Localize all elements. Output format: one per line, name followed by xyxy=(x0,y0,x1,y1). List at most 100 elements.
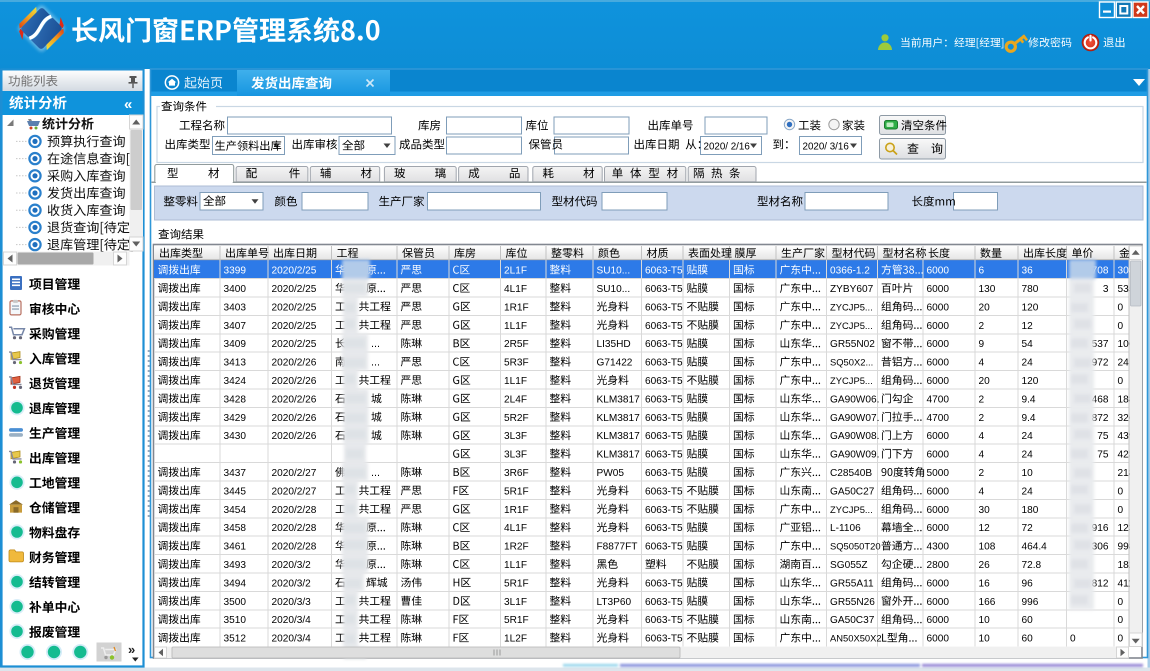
svg-text:9: 9 xyxy=(979,339,985,350)
svg-text:0: 0 xyxy=(1070,634,1076,645)
svg-text:6063-T5: 6063-T5 xyxy=(645,376,683,387)
svg-text:GR55N02: GR55N02 xyxy=(830,339,875,350)
svg-text:6063-T5: 6063-T5 xyxy=(645,284,683,295)
svg-text:2L1F: 2L1F xyxy=(504,266,527,277)
svg-text:3461: 3461 xyxy=(224,542,247,553)
svg-text:6000: 6000 xyxy=(927,615,950,626)
svg-text:6063-T5: 6063-T5 xyxy=(645,468,683,479)
svg-text:G71422: G71422 xyxy=(597,358,633,369)
svg-text:2: 2 xyxy=(979,394,985,405)
svg-text:72.8: 72.8 xyxy=(1022,560,1042,571)
svg-text:5000: 5000 xyxy=(927,468,950,479)
svg-text:0: 0 xyxy=(1118,321,1124,332)
svg-text:6000: 6000 xyxy=(927,284,950,295)
svg-text:2020/2/26: 2020/2/26 xyxy=(272,358,317,369)
svg-text:780: 780 xyxy=(1022,284,1039,295)
svg-text:4700: 4700 xyxy=(927,413,950,424)
svg-text:SU10...: SU10... xyxy=(597,284,631,295)
svg-text:5R2F: 5R2F xyxy=(504,413,529,424)
svg-text:2020/2/27: 2020/2/27 xyxy=(272,486,317,497)
svg-text:2: 2 xyxy=(979,413,985,424)
svg-text:2L4F: 2L4F xyxy=(504,394,527,405)
svg-text:12: 12 xyxy=(1022,321,1034,332)
svg-text:GA50C37: GA50C37 xyxy=(830,615,875,626)
svg-text:GR55N26: GR55N26 xyxy=(830,597,875,608)
svg-text:2020/3/2: 2020/3/2 xyxy=(272,560,312,571)
svg-text:6000: 6000 xyxy=(927,634,950,645)
svg-text:«: « xyxy=(124,96,132,113)
svg-text:2020/ 2/16: 2020/ 2/16 xyxy=(704,142,751,153)
svg-text:5R1F: 5R1F xyxy=(504,615,529,626)
svg-text:1R1F: 1R1F xyxy=(504,302,529,313)
svg-text:180: 180 xyxy=(1022,505,1039,516)
svg-text:6000: 6000 xyxy=(927,358,950,369)
svg-text:9.4: 9.4 xyxy=(1022,394,1036,405)
svg-text:6000: 6000 xyxy=(927,578,950,589)
svg-text:AN50X50X2: AN50X50X2 xyxy=(830,633,882,644)
svg-text:306: 306 xyxy=(1092,542,1109,553)
svg-text:4: 4 xyxy=(979,450,985,461)
svg-text:120: 120 xyxy=(1022,302,1039,313)
svg-text:4300: 4300 xyxy=(927,542,950,553)
svg-text:24: 24 xyxy=(1022,431,1034,442)
svg-text:3428: 3428 xyxy=(224,394,247,405)
svg-text:3512: 3512 xyxy=(224,634,247,645)
svg-text:...: ... xyxy=(371,467,380,479)
svg-text:2020/2/25: 2020/2/25 xyxy=(272,302,317,313)
svg-text:6000: 6000 xyxy=(927,376,950,387)
svg-text:KLM3817: KLM3817 xyxy=(597,413,641,424)
svg-text:...: ... xyxy=(371,357,380,369)
svg-text:5R1F: 5R1F xyxy=(504,578,529,589)
svg-text:6000: 6000 xyxy=(927,523,950,534)
svg-text:6063-T5: 6063-T5 xyxy=(645,413,683,424)
svg-text:ZYBY607: ZYBY607 xyxy=(830,284,874,295)
svg-text:3: 3 xyxy=(1103,284,1109,295)
svg-text:3445: 3445 xyxy=(224,486,247,497)
svg-text:GA90W09.: GA90W09. xyxy=(830,450,879,461)
svg-text:1L2F: 1L2F xyxy=(504,634,527,645)
svg-text:2020/2/28: 2020/2/28 xyxy=(272,505,317,516)
svg-text:537: 537 xyxy=(1092,339,1109,350)
svg-text:2800: 2800 xyxy=(927,560,950,571)
svg-text:12: 12 xyxy=(979,523,991,534)
svg-text:6000: 6000 xyxy=(927,597,950,608)
svg-text:464.4: 464.4 xyxy=(1022,542,1048,553)
svg-text:GA90W06.: GA90W06. xyxy=(830,394,879,405)
svg-text:120: 120 xyxy=(1022,376,1039,387)
svg-text:0: 0 xyxy=(1118,486,1124,497)
svg-text:0: 0 xyxy=(1118,634,1124,645)
svg-text:6: 6 xyxy=(979,266,985,277)
svg-text:ZYCJP5...: ZYCJP5... xyxy=(830,375,873,386)
svg-text:3403: 3403 xyxy=(224,302,247,313)
svg-text:6063-T5: 6063-T5 xyxy=(645,634,683,645)
svg-text:3413: 3413 xyxy=(224,358,247,369)
svg-text:SU10...: SU10... xyxy=(597,266,631,277)
svg-text:16: 16 xyxy=(979,578,991,589)
svg-text:GA90W08.: GA90W08. xyxy=(830,431,879,442)
svg-text:3430: 3430 xyxy=(224,431,247,442)
svg-text:3409: 3409 xyxy=(224,339,247,350)
svg-text:75: 75 xyxy=(1097,431,1109,442)
svg-text:130: 130 xyxy=(979,284,996,295)
svg-text:72: 72 xyxy=(1022,523,1034,534)
svg-text:2020/2/28: 2020/2/28 xyxy=(272,523,317,534)
svg-text:2020/ 3/16: 2020/ 3/16 xyxy=(803,142,850,153)
svg-text:L-1106: L-1106 xyxy=(830,523,861,534)
svg-text:30: 30 xyxy=(979,505,991,516)
svg-text:6000: 6000 xyxy=(927,431,950,442)
svg-text:6000: 6000 xyxy=(927,266,950,277)
svg-text:6063-T5: 6063-T5 xyxy=(645,339,683,350)
svg-text:6000: 6000 xyxy=(927,486,950,497)
svg-text:3437: 3437 xyxy=(224,468,247,479)
svg-text:166: 166 xyxy=(979,597,996,608)
svg-text:2020/2/26: 2020/2/26 xyxy=(272,413,317,424)
svg-text:2020/2/28: 2020/2/28 xyxy=(272,542,317,553)
svg-text:2020/2/25: 2020/2/25 xyxy=(272,339,317,350)
svg-text:3494: 3494 xyxy=(224,578,247,589)
svg-text:26: 26 xyxy=(979,560,991,571)
svg-text:36: 36 xyxy=(1022,266,1034,277)
svg-text:4: 4 xyxy=(979,358,985,369)
svg-text:LI35HD: LI35HD xyxy=(597,339,631,350)
svg-text:6063-T5: 6063-T5 xyxy=(645,321,683,332)
svg-text:...: ... xyxy=(371,338,380,350)
